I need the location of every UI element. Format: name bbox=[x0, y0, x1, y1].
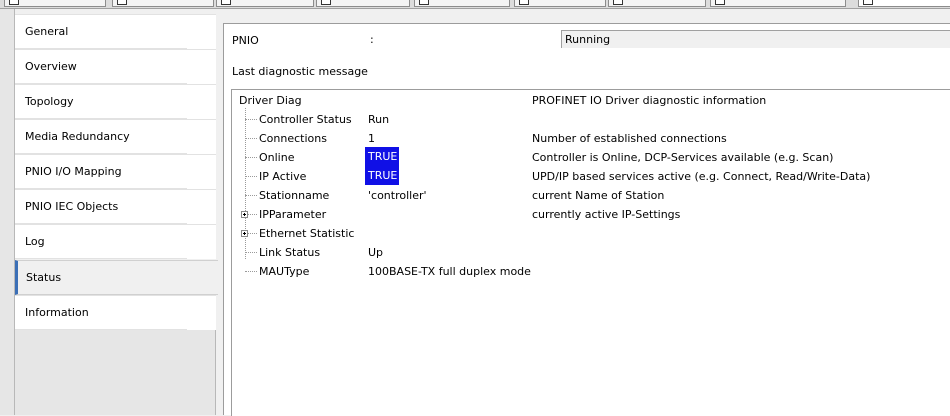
nav-item-label: Status bbox=[26, 271, 62, 284]
nav-item-label: General bbox=[25, 25, 69, 38]
tree-item-value-highlight: TRUE bbox=[365, 166, 399, 185]
tree-root-name[interactable]: Driver Diag bbox=[239, 94, 302, 107]
document-tab-active[interactable] bbox=[858, 0, 950, 7]
document-tab-strip bbox=[0, 0, 950, 9]
nav-item-label: Media Redundancy bbox=[25, 130, 130, 143]
document-tab[interactable] bbox=[112, 0, 214, 7]
document-tab[interactable] bbox=[4, 0, 106, 7]
document-icon bbox=[715, 0, 725, 5]
tree-root-description: PROFINET IO Driver diagnostic informatio… bbox=[532, 94, 767, 107]
document-icon bbox=[613, 0, 623, 5]
expand-plus-icon[interactable] bbox=[241, 230, 248, 237]
tree-item-value: TRUE bbox=[368, 150, 398, 163]
nav-item-label: Overview bbox=[25, 60, 77, 73]
nav-edge bbox=[0, 9, 15, 415]
tree-connector bbox=[245, 252, 257, 253]
tree-connector bbox=[245, 138, 257, 139]
tree-item-name[interactable]: Link Status bbox=[259, 246, 320, 259]
document-icon bbox=[9, 0, 19, 5]
nav-item-status[interactable]: Status bbox=[15, 260, 218, 295]
nav-item-label: Topology bbox=[25, 95, 74, 108]
nav-item-label: PNIO I/O Mapping bbox=[25, 165, 122, 178]
nav-item-label: Information bbox=[25, 306, 89, 319]
tree-item-name[interactable]: IPParameter bbox=[259, 208, 326, 221]
nav-separator bbox=[15, 258, 187, 259]
pnio-label: PNIO bbox=[232, 34, 259, 47]
tree-item-name[interactable]: Stationname bbox=[259, 189, 329, 202]
nav-item-pnio-io-mapping[interactable]: PNIO I/O Mapping bbox=[15, 154, 216, 189]
tree-item-description: Controller is Online, DCP-Services avail… bbox=[532, 151, 834, 164]
document-icon bbox=[221, 0, 231, 5]
document-icon bbox=[321, 0, 331, 5]
tree-item-description: UPD/IP based services active (e.g. Conne… bbox=[532, 170, 871, 183]
document-tab[interactable] bbox=[216, 0, 314, 7]
tree-item-value: Up bbox=[368, 246, 384, 259]
document-icon bbox=[419, 0, 429, 5]
tree-item-value: 1 bbox=[368, 132, 375, 145]
document-tab[interactable] bbox=[514, 0, 606, 7]
tree-item-name[interactable]: Online bbox=[259, 151, 294, 164]
pnio-status-field: Running bbox=[561, 30, 950, 48]
nav-item-pnio-iec-objects[interactable]: PNIO IEC Objects bbox=[15, 189, 216, 224]
tree-item-description: Number of established connections bbox=[532, 132, 727, 145]
document-icon bbox=[519, 0, 529, 5]
document-icon bbox=[863, 0, 873, 5]
expand-plus-icon[interactable] bbox=[241, 211, 248, 218]
document-tab[interactable] bbox=[710, 0, 846, 7]
tree-connector bbox=[245, 195, 257, 196]
document-tab[interactable] bbox=[414, 0, 510, 7]
tree-item-name[interactable]: IP Active bbox=[259, 170, 306, 183]
nav-empty-area bbox=[15, 330, 216, 415]
nav-item-overview[interactable]: Overview bbox=[15, 49, 216, 84]
nav-item-general[interactable]: General bbox=[15, 14, 216, 49]
tree-item-description: currently active IP-Settings bbox=[532, 208, 681, 221]
diagnostic-tree: Driver Diag PROFINET IO Driver diagnosti… bbox=[231, 89, 950, 416]
tree-item-value-highlight: TRUE bbox=[365, 147, 399, 166]
nav-item-log[interactable]: Log bbox=[15, 224, 216, 259]
tree-item-value: Run bbox=[368, 113, 390, 126]
tree-connector bbox=[245, 176, 257, 177]
nav-item-label: PNIO IEC Objects bbox=[25, 200, 119, 213]
document-tab[interactable] bbox=[608, 0, 706, 7]
pnio-status-value: Running bbox=[565, 33, 611, 46]
tree-item-value: 'controller' bbox=[368, 189, 427, 202]
last-diagnostic-message-label: Last diagnostic message bbox=[232, 65, 368, 78]
tree-item-name[interactable]: Connections bbox=[259, 132, 327, 145]
tree-item-name[interactable]: Controller Status bbox=[259, 113, 352, 126]
tree-item-value: TRUE bbox=[368, 169, 398, 182]
tree-connector bbox=[245, 271, 257, 272]
nav-item-media-redundancy[interactable]: Media Redundancy bbox=[15, 119, 216, 154]
tree-connector bbox=[245, 119, 257, 120]
pnio-separator: : bbox=[370, 33, 374, 46]
left-navigation: General Overview Topology Media Redundan… bbox=[0, 9, 218, 415]
nav-item-information[interactable]: Information bbox=[15, 295, 216, 330]
nav-item-topology[interactable]: Topology bbox=[15, 84, 216, 119]
tree-item-value: 100BASE-TX full duplex mode bbox=[368, 265, 531, 278]
tree-item-description: current Name of Station bbox=[532, 189, 665, 202]
document-icon bbox=[117, 0, 127, 5]
nav-item-label: Log bbox=[25, 235, 45, 248]
tree-item-name[interactable]: Ethernet Statistic bbox=[259, 227, 354, 240]
document-tab[interactable] bbox=[316, 0, 410, 7]
tree-connector bbox=[245, 157, 257, 158]
tree-item-name[interactable]: MAUType bbox=[259, 265, 309, 278]
status-content-panel: PNIO : Running Last diagnostic message D… bbox=[223, 23, 950, 416]
